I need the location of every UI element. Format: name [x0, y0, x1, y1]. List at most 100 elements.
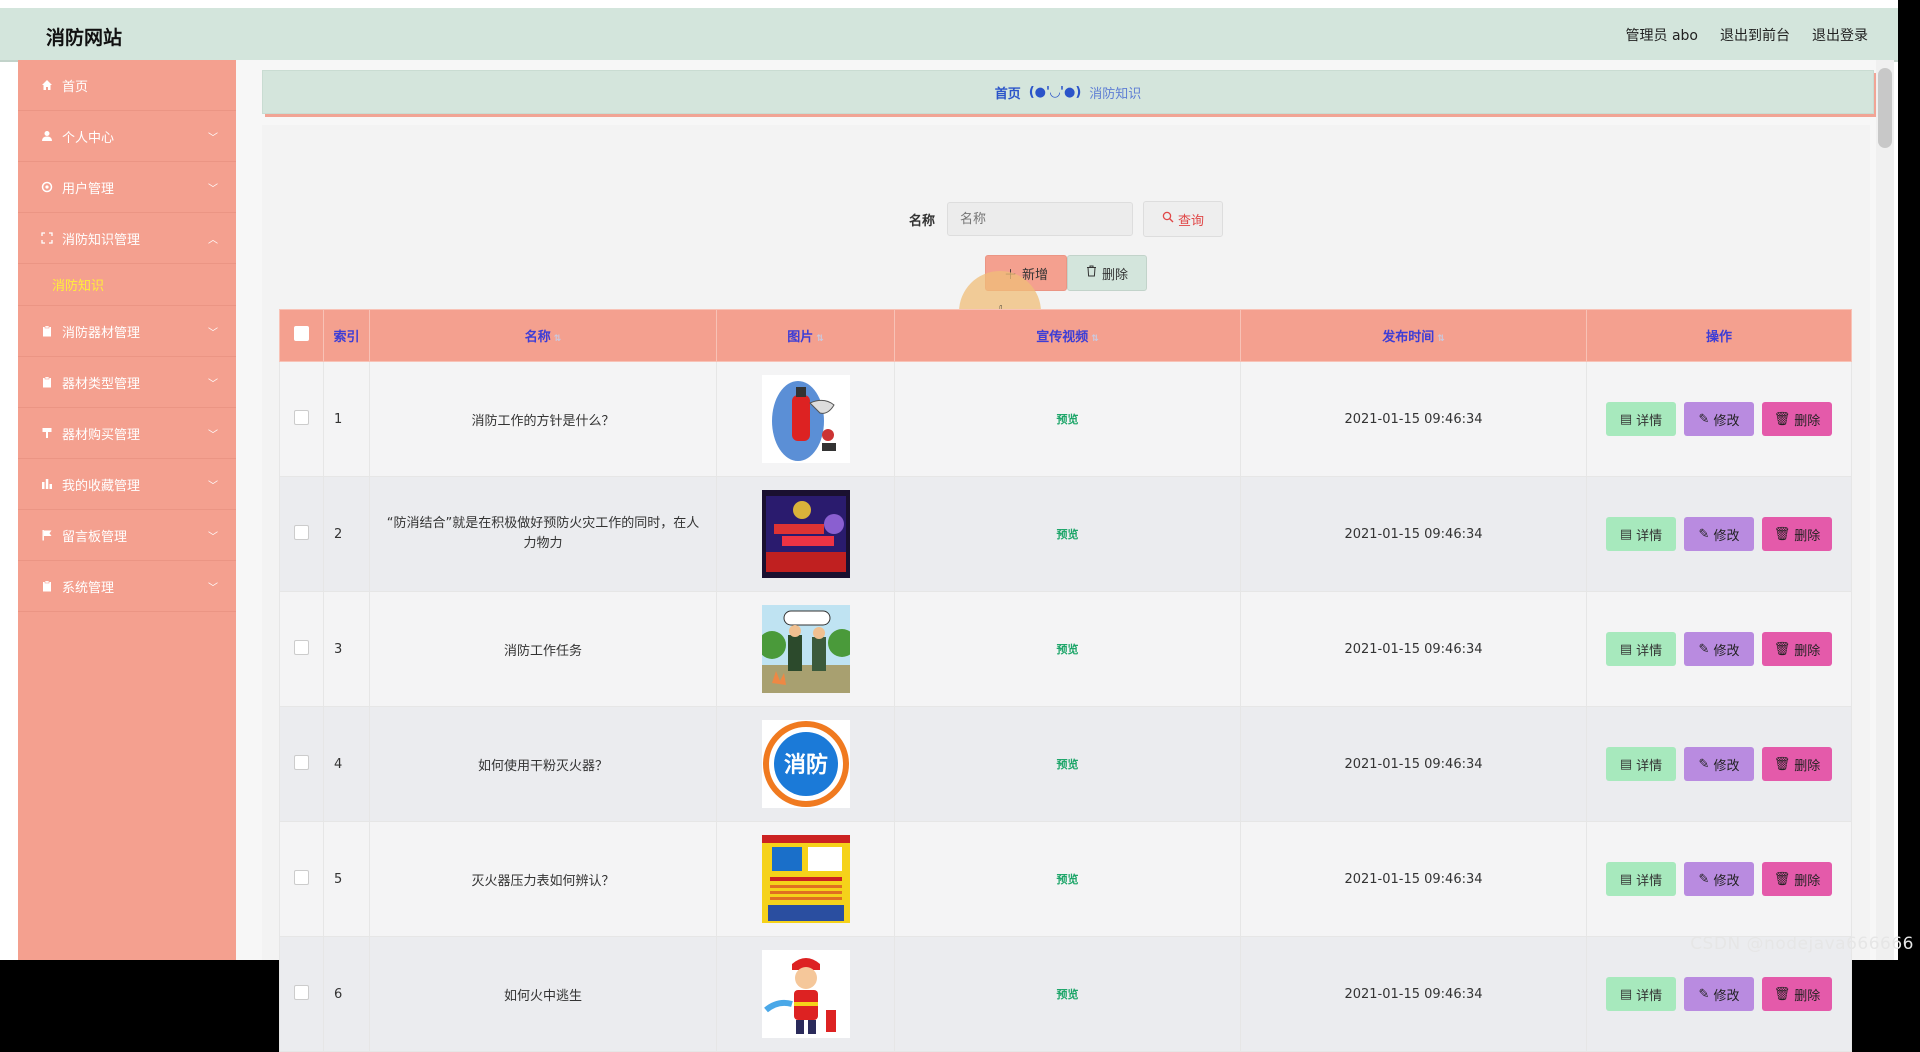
row-actions: ▤ 详情 ✎ 修改 🗑 删除: [1586, 706, 1852, 822]
detail-button-label: 详情: [1636, 873, 1663, 889]
edit-button[interactable]: ✎ 修改: [1684, 517, 1754, 551]
edit-button[interactable]: ✎ 修改: [1684, 747, 1754, 781]
vertical-scrollbar[interactable]: [1876, 60, 1894, 960]
sort-icon[interactable]: ⇅: [1437, 334, 1445, 344]
row-name: “防消结合”就是在积极做好预防火灾工作的同时，在人力物力: [369, 476, 717, 592]
edit-button[interactable]: ✎ 修改: [1684, 862, 1754, 896]
breadcrumb: 首页 (●'◡'●) 消防知识: [262, 70, 1874, 114]
delete-button[interactable]: 🗑 删除: [1762, 632, 1832, 666]
scrollbar-thumb[interactable]: [1878, 68, 1892, 148]
search-button-label: 查询: [1177, 213, 1204, 229]
search-button[interactable]: 查询: [1143, 201, 1223, 237]
trash-icon: 🗑: [1773, 526, 1791, 542]
top-header: 消防网站 管理员 abo 退出到前台 退出登录: [0, 8, 1898, 62]
detail-button[interactable]: ▤ 详情: [1606, 517, 1676, 551]
row-video-cell: 预览: [894, 591, 1241, 707]
edit-button-label: 修改: [1713, 528, 1740, 544]
sidebar-item-users[interactable]: 用户管理 ﹀: [18, 162, 236, 213]
edit-button[interactable]: ✎ 修改: [1684, 632, 1754, 666]
breadcrumb-home[interactable]: 首页: [995, 83, 1021, 102]
delete-button[interactable]: 🗑 删除: [1762, 862, 1832, 896]
document-icon: ▤: [1619, 526, 1633, 542]
detail-button[interactable]: ▤ 详情: [1606, 402, 1676, 436]
sidebar-item-messages[interactable]: 留言板管理 ﹀: [18, 510, 236, 561]
row-checkbox[interactable]: [294, 754, 309, 770]
video-preview-link[interactable]: 预览: [1057, 988, 1079, 1001]
column-label: 操作: [1705, 330, 1732, 345]
detail-button[interactable]: ▤ 详情: [1606, 747, 1676, 781]
batch-delete-button[interactable]: 删除: [1067, 255, 1147, 291]
sidebar-item-fire-knowledge[interactable]: 消防知识管理 ︿: [18, 213, 236, 264]
edit-button-label: 修改: [1713, 873, 1740, 889]
sort-icon[interactable]: ⇅: [554, 334, 562, 344]
trash-icon: [1086, 265, 1097, 281]
sidebar-item-profile[interactable]: 个人中心 ﹀: [18, 111, 236, 162]
row-time: 2021-01-15 09:46:34: [1240, 361, 1587, 477]
sort-icon[interactable]: ⇅: [1091, 334, 1099, 344]
row-checkbox[interactable]: [294, 409, 309, 425]
row-name: 消防工作的方针是什么？: [369, 361, 717, 477]
chevron-down-icon: ﹀: [208, 379, 218, 390]
video-preview-link[interactable]: 预览: [1057, 643, 1079, 656]
column-header-image[interactable]: 图片 ⇅: [716, 309, 895, 362]
chart-icon: [40, 477, 54, 491]
edit-button[interactable]: ✎ 修改: [1684, 402, 1754, 436]
user-icon: [40, 129, 54, 143]
chevron-down-icon: ﹀: [208, 184, 218, 195]
table-row: 4 如何使用干粉灭火器？ 消防 预览 2021-01-15 09:46:34 ▤…: [279, 706, 1852, 822]
firefighters-cartoon-image: [761, 605, 850, 693]
row-image-cell: [716, 476, 895, 592]
video-preview-link[interactable]: 预览: [1057, 758, 1079, 771]
row-actions: ▤ 详情 ✎ 修改 🗑 删除: [1586, 591, 1852, 707]
row-video-cell: 预览: [894, 476, 1241, 592]
submenu-fire-knowledge[interactable]: 消防知识: [18, 264, 236, 306]
column-label: 发布时间: [1382, 330, 1435, 345]
sidebar-item-favorites[interactable]: 我的收藏管理 ﹀: [18, 459, 236, 510]
row-checkbox[interactable]: [294, 869, 309, 885]
delete-button-label: 删除: [1794, 758, 1821, 774]
select-all-checkbox[interactable]: [294, 326, 309, 341]
sidebar-item-label: 个人中心: [62, 130, 115, 146]
row-video-cell: 预览: [894, 361, 1241, 477]
column-header-index: 索引: [323, 309, 370, 362]
video-preview-link[interactable]: 预览: [1057, 528, 1079, 541]
sidebar-item-equipment-types[interactable]: 器材类型管理 ﹀: [18, 357, 236, 408]
edit-button[interactable]: ✎ 修改: [1684, 977, 1754, 1011]
front-link[interactable]: 退出到前台: [1720, 25, 1790, 45]
row-checkbox[interactable]: [294, 524, 309, 540]
row-index: 3: [323, 591, 370, 707]
delete-button[interactable]: 🗑 删除: [1762, 747, 1832, 781]
detail-button[interactable]: ▤ 详情: [1606, 977, 1676, 1011]
column-header-video[interactable]: 宣传视频 ⇅: [894, 309, 1241, 362]
header-links: 管理员 abo 退出到前台 退出登录: [1626, 25, 1868, 45]
row-checkbox[interactable]: [294, 984, 309, 1000]
column-header-name[interactable]: 名称 ⇅: [369, 309, 717, 362]
delete-button[interactable]: 🗑 删除: [1762, 517, 1832, 551]
delete-button[interactable]: 🗑 删除: [1762, 977, 1832, 1011]
row-time: 2021-01-15 09:46:34: [1240, 591, 1587, 707]
sort-icon[interactable]: ⇅: [816, 334, 824, 344]
sidebar-item-home[interactable]: 首页: [18, 60, 236, 111]
video-preview-link[interactable]: 预览: [1057, 873, 1079, 886]
sidebar-item-label: 消防知识管理: [62, 232, 141, 248]
row-image-cell: [716, 936, 895, 1052]
delete-button-label: 删除: [1794, 413, 1821, 429]
delete-button[interactable]: 🗑 删除: [1762, 402, 1832, 436]
row-select-cell: [279, 476, 324, 592]
row-select-cell: [279, 706, 324, 822]
trash-icon: 🗑: [1773, 871, 1791, 887]
sidebar-item-equipment[interactable]: 消防器材管理 ﹀: [18, 306, 236, 357]
logout-link[interactable]: 退出登录: [1812, 25, 1868, 45]
badge-text: 消防: [783, 753, 827, 778]
firefighter-kid-image: [761, 950, 850, 1038]
detail-button[interactable]: ▤ 详情: [1606, 632, 1676, 666]
sidebar-item-purchases[interactable]: 器材购买管理 ﹀: [18, 408, 236, 459]
search-input[interactable]: [947, 202, 1133, 236]
row-checkbox[interactable]: [294, 639, 309, 655]
row-actions: ▤ 详情 ✎ 修改 🗑 删除: [1586, 476, 1852, 592]
sidebar-item-system[interactable]: 系统管理 ﹀: [18, 561, 236, 612]
video-preview-link[interactable]: 预览: [1057, 413, 1079, 426]
sidebar-item-label: 器材购买管理: [62, 427, 141, 443]
column-header-time[interactable]: 发布时间 ⇅: [1240, 309, 1587, 362]
detail-button[interactable]: ▤ 详情: [1606, 862, 1676, 896]
